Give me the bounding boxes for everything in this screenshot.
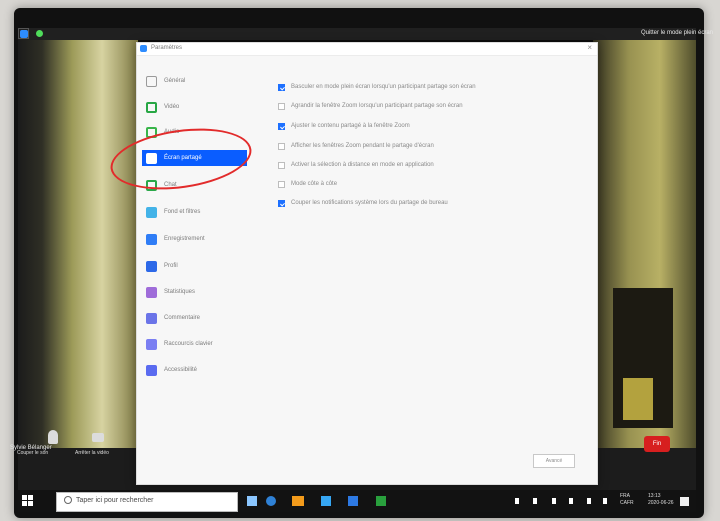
- option-label: Mode côte à côte: [291, 181, 338, 187]
- option-label: Couper les notifications système lors du…: [291, 200, 448, 206]
- zoom-taskbar-icon[interactable]: [321, 496, 331, 506]
- record-icon: [146, 233, 157, 245]
- close-icon[interactable]: ×: [587, 44, 592, 52]
- checkbox[interactable]: [278, 142, 285, 150]
- statistics-icon: [146, 286, 157, 298]
- microphone-icon[interactable]: [48, 430, 58, 444]
- option-side-by-side[interactable]: Mode côte à côte: [278, 177, 337, 191]
- option-label: Afficher les fenêtres Zoom pendant le pa…: [291, 143, 434, 149]
- battery-icon[interactable]: [533, 498, 537, 504]
- video-light-area: [623, 378, 653, 420]
- word-taskbar-icon[interactable]: [348, 496, 358, 506]
- sidebar-item-label: Général: [164, 78, 186, 84]
- option-fullscreen-on-share[interactable]: Basculer en mode plein écran lorsqu'un p…: [278, 80, 476, 94]
- task-view-icon[interactable]: [247, 496, 257, 506]
- background-filter-icon: [146, 206, 157, 218]
- sidebar-item-recording[interactable]: Enregistrement: [142, 231, 247, 247]
- chevron-up-icon[interactable]: [515, 498, 519, 504]
- dialog-titlebar: Paramètres ×: [137, 43, 597, 56]
- excel-taskbar-icon[interactable]: [376, 496, 386, 506]
- checkbox[interactable]: [278, 161, 285, 169]
- video-feed-left: [18, 40, 138, 450]
- option-label: Agrandir la fenêtre Zoom lorsqu'un parti…: [291, 103, 463, 109]
- settings-icon: [146, 75, 157, 87]
- option-label: Ajuster le contenu partagé à la fenêtre …: [291, 123, 410, 129]
- sidebar-item-label: Vidéo: [164, 104, 180, 110]
- checkbox[interactable]: [278, 199, 285, 207]
- sidebar-item-background-filters[interactable]: Fond et filtres: [142, 204, 247, 220]
- dialog-title: Paramètres: [151, 45, 183, 51]
- option-mute-notifications[interactable]: Couper les notifications système lors du…: [278, 196, 448, 210]
- profile-icon: [146, 260, 157, 272]
- zoom-top-bar: [18, 28, 696, 40]
- keyboard-language[interactable]: FRA CAFR: [620, 493, 634, 507]
- pen-icon[interactable]: [603, 498, 607, 504]
- feedback-icon: [146, 312, 157, 324]
- search-icon: [64, 496, 72, 504]
- option-label: Basculer en mode plein écran lorsqu'un p…: [291, 84, 476, 90]
- sidebar-item-label: Fond et filtres: [164, 209, 201, 215]
- exit-fullscreen-link[interactable]: Quitter le mode plein écran: [641, 30, 713, 36]
- notification-icon[interactable]: [680, 497, 689, 506]
- connection-status-icon: [36, 30, 43, 37]
- video-icon: [146, 101, 157, 113]
- sidebar-item-label: Raccourcis clavier: [164, 341, 213, 347]
- dialog-zoom-icon: [140, 45, 147, 52]
- edge-browser-icon[interactable]: [266, 496, 276, 506]
- taskbar-search-placeholder: Taper ici pour rechercher: [76, 497, 154, 504]
- windows-start-icon[interactable]: [22, 495, 33, 506]
- sidebar-item-label: Statistiques: [164, 289, 196, 295]
- option-maximize-window[interactable]: Agrandir la fenêtre Zoom lorsqu'un parti…: [278, 99, 463, 113]
- accessibility-icon: [146, 364, 157, 376]
- option-fit-shared-content[interactable]: Ajuster le contenu partagé à la fenêtre …: [278, 119, 410, 133]
- sidebar-item-feedback[interactable]: Commentaire: [142, 310, 247, 326]
- end-meeting-button[interactable]: Fin: [644, 436, 670, 452]
- sidebar-item-video[interactable]: Vidéo: [142, 99, 247, 115]
- sidebar-item-label: Accessibilité: [164, 367, 198, 373]
- sidebar-item-label: Profil: [164, 263, 178, 269]
- gallery-view-icon[interactable]: [18, 28, 29, 39]
- option-show-windows[interactable]: Afficher les fenêtres Zoom pendant le pa…: [278, 139, 434, 153]
- camera-icon[interactable]: [92, 433, 104, 442]
- checkbox[interactable]: [278, 122, 285, 130]
- checkbox[interactable]: [278, 180, 285, 188]
- checkbox[interactable]: [278, 102, 285, 110]
- sidebar-item-accessibility[interactable]: Accessibilité: [142, 362, 247, 378]
- volume-icon[interactable]: [569, 498, 573, 504]
- sidebar-item-general[interactable]: Général: [142, 73, 247, 89]
- network-icon[interactable]: [552, 498, 556, 504]
- sidebar-item-label: Enregistrement: [164, 236, 205, 242]
- advanced-button[interactable]: Avancé: [533, 454, 575, 468]
- option-remote-selection[interactable]: Activer la sélection à distance en mode …: [278, 158, 434, 172]
- mute-button-label[interactable]: Couper le son: [17, 450, 48, 456]
- file-explorer-icon[interactable]: [292, 496, 304, 506]
- sidebar-item-label: Commentaire: [164, 315, 201, 321]
- speaker-icon[interactable]: [587, 498, 591, 504]
- keyboard-shortcuts-icon: [146, 338, 157, 350]
- checkbox[interactable]: [278, 83, 285, 91]
- sidebar-item-statistics[interactable]: Statistiques: [142, 284, 247, 300]
- sidebar-item-profile[interactable]: Profil: [142, 258, 247, 274]
- sidebar-item-keyboard-shortcuts[interactable]: Raccourcis clavier: [142, 336, 247, 352]
- option-label: Activer la sélection à distance en mode …: [291, 162, 434, 168]
- system-clock[interactable]: 13:13 2020-06-26: [648, 493, 674, 507]
- video-button-label[interactable]: Arrêter la vidéo: [75, 450, 109, 456]
